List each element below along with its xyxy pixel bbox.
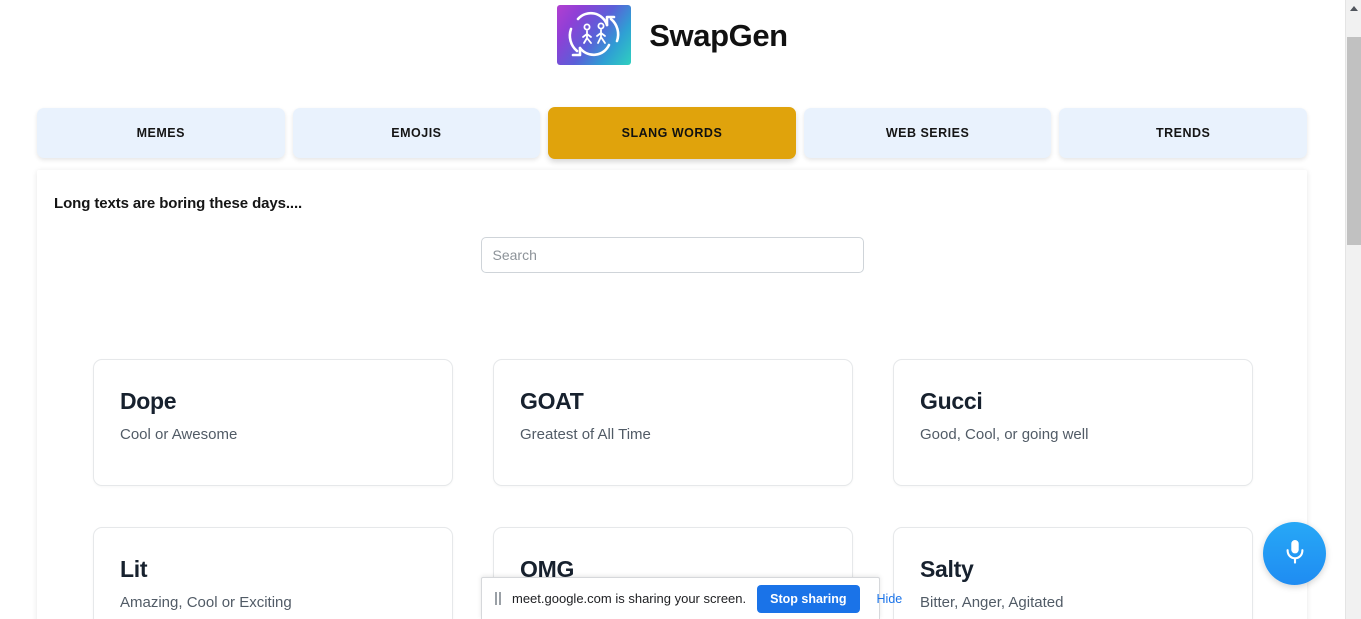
card-subtitle: Good, Cool, or going well — [920, 426, 1089, 444]
tab-emojis[interactable]: EMOJIS — [292, 108, 541, 158]
tab-trends[interactable]: TRENDS — [1059, 108, 1307, 158]
screen-share-bar: meet.google.com is sharing your screen. … — [481, 577, 902, 619]
card-subtitle: Cool or Awesome — [120, 426, 238, 444]
panel-heading: Long texts are boring these days.... — [54, 195, 303, 212]
card-subtitle: Greatest of All Time — [520, 426, 651, 444]
content-panel: Long texts are boring these days.... Dop… — [37, 170, 1307, 619]
scrollbar-up-arrow-icon[interactable] — [1346, 0, 1361, 17]
scrollbar-thumb[interactable] — [1347, 37, 1361, 245]
card-title: Dope — [120, 388, 177, 414]
pause-icon — [495, 592, 501, 605]
slang-card-goat[interactable]: GOAT Greatest of All Time — [493, 359, 853, 486]
slang-card-dope[interactable]: Dope Cool or Awesome — [93, 359, 453, 486]
card-title: GOAT — [520, 388, 584, 414]
stop-sharing-button[interactable]: Stop sharing — [757, 584, 860, 613]
microphone-icon — [1282, 536, 1308, 571]
swapgen-logo-icon — [557, 5, 632, 65]
voice-search-fab[interactable] — [1263, 522, 1326, 585]
page-scrollbar[interactable] — [1345, 0, 1361, 619]
slang-card-salty[interactable]: Salty Bitter, Anger, Agitated — [893, 527, 1253, 619]
share-message: meet.google.com is sharing your screen. — [512, 591, 747, 606]
card-title: Salty — [920, 556, 974, 582]
card-title: Gucci — [920, 388, 983, 414]
hide-share-bar-button[interactable]: Hide — [871, 592, 909, 606]
app-header: SwapGen — [0, 0, 1345, 70]
card-title: Lit — [120, 556, 148, 582]
card-subtitle: Bitter, Anger, Agitated — [920, 594, 1064, 612]
category-tabs: MEMES EMOJIS SLANG WORDS WEB SERIES TREN… — [37, 107, 1307, 159]
slang-card-gucci[interactable]: Gucci Good, Cool, or going well — [893, 359, 1253, 486]
slang-card-lit[interactable]: Lit Amazing, Cool or Exciting — [93, 527, 453, 619]
page-content: SwapGen MEMES EMOJIS SLANG WORDS WEB SER… — [0, 0, 1345, 619]
tab-slang-words[interactable]: SLANG WORDS — [548, 107, 796, 159]
browser-viewport: SwapGen MEMES EMOJIS SLANG WORDS WEB SER… — [0, 0, 1361, 619]
card-subtitle: Amazing, Cool or Exciting — [120, 594, 292, 612]
tab-memes[interactable]: MEMES — [37, 108, 285, 158]
search-input[interactable] — [480, 237, 864, 273]
app-title: SwapGen — [649, 17, 788, 53]
tab-web-series[interactable]: WEB SERIES — [803, 108, 1052, 158]
search-bar — [37, 237, 1307, 273]
